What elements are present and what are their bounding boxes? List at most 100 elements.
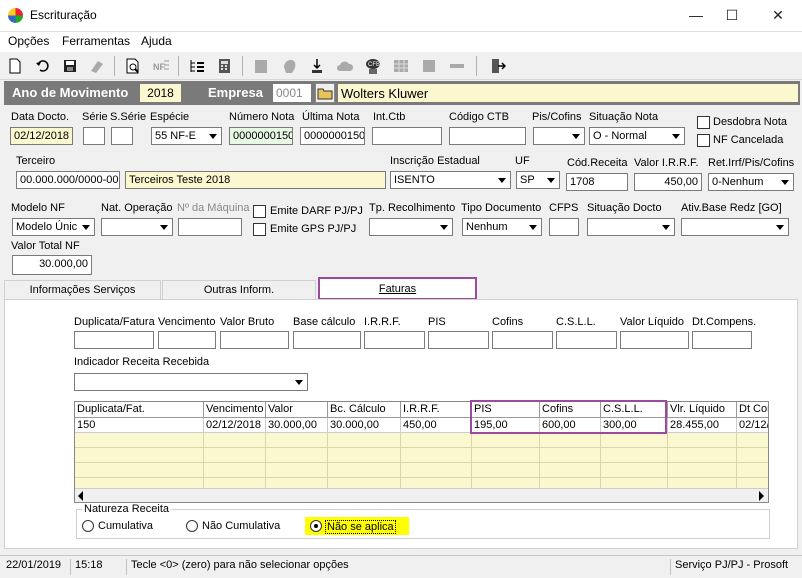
csll-field[interactable] (556, 331, 617, 349)
ret-irrf-select[interactable]: 0-Nenhum (708, 173, 794, 191)
tipo-documento-select[interactable]: Nenhum (462, 218, 542, 236)
numero-nota-label: Número Nota (229, 111, 295, 123)
close-button[interactable]: ✕ (760, 4, 796, 26)
situacao-docto-select[interactable] (587, 218, 675, 236)
especie-select[interactable]: 55 NF-E (151, 127, 222, 145)
nfe-icon[interactable]: NF (152, 57, 170, 75)
grid-header-duplicata[interactable]: Duplicata/Fat. (75, 402, 204, 418)
radio-nao-cumulativa[interactable] (186, 520, 198, 532)
grid-cell-vlr-liquido[interactable]: 28.455,00 (668, 418, 737, 433)
import-icon[interactable] (308, 57, 326, 75)
grid-cell-vencimento[interactable]: 02/12/2018 (204, 418, 266, 433)
cfb-icon[interactable]: CFB (364, 57, 382, 75)
preview-icon[interactable] (124, 57, 142, 75)
cod-receita-field[interactable]: 1708 (566, 173, 628, 191)
maximize-button[interactable]: ☐ (714, 4, 750, 26)
grid-header-dt-compens[interactable]: Dt Com (737, 402, 768, 418)
empresa-code-field[interactable]: 0001 (272, 83, 312, 103)
valor-total-field[interactable]: 30.000,00 (12, 255, 92, 275)
numero-nota-field[interactable]: 0000000150 (229, 127, 293, 145)
pis-field[interactable] (428, 331, 489, 349)
grid-header-irrf[interactable]: I.R.R.F. (401, 402, 472, 418)
tp-recolhimento-select[interactable] (369, 218, 453, 236)
data-docto-field[interactable]: 02/12/2018 (10, 127, 73, 145)
tab-faturas[interactable]: Faturas (318, 277, 477, 300)
calculator-icon[interactable] (216, 57, 234, 75)
panel-icon[interactable] (420, 57, 438, 75)
grid-header-valor[interactable]: Valor (266, 402, 328, 418)
nf-cancelada-checkbox[interactable] (697, 134, 710, 147)
status-service: Serviço PJ/PJ - Prosoft (670, 559, 800, 575)
erase-icon[interactable] (88, 57, 106, 75)
ultima-nota-field[interactable]: 0000000150 (300, 127, 365, 145)
valor-bruto-field[interactable] (220, 331, 289, 349)
scroll-right-icon[interactable] (759, 491, 764, 501)
radio-nao-se-aplica[interactable] (310, 520, 322, 532)
grid-header-bc-calculo[interactable]: Bc. Cálculo (328, 402, 401, 418)
desdobra-nota-checkbox[interactable] (697, 116, 710, 129)
nat-operacao-select[interactable] (101, 218, 173, 236)
tab-outras-inform[interactable]: Outras Inform. (162, 280, 316, 300)
status-message: Tecle <0> (zero) para não selecionar opç… (126, 559, 670, 575)
empresa-name-field[interactable]: Wolters Kluwer (337, 83, 799, 103)
valor-liquido-field[interactable] (620, 331, 689, 349)
grid-empty-rows[interactable] (75, 433, 768, 488)
valor-bruto-label: Valor Bruto (220, 316, 275, 328)
cloud-icon[interactable] (336, 57, 354, 75)
emite-darf-checkbox[interactable] (253, 205, 266, 218)
grid-cell-irrf[interactable]: 450,00 (401, 418, 472, 433)
terceiro-cnpj-field[interactable]: 00.000.000/0000-00 (16, 171, 120, 189)
modelo-nf-select[interactable]: Modelo Únic (12, 218, 95, 236)
menu-ferramentas[interactable]: Ferramentas (62, 34, 130, 48)
grid-cell-valor[interactable]: 30.000,00 (266, 418, 328, 433)
status-date: 22/01/2019 (6, 559, 62, 571)
new-document-icon[interactable] (6, 57, 24, 75)
nat-operacao-label: Nat. Operação (101, 202, 173, 214)
open-folder-button[interactable] (315, 83, 335, 103)
situacao-nota-select[interactable]: O - Normal (589, 127, 685, 145)
minimize-button[interactable]: — (678, 4, 714, 26)
grid-header-vencimento[interactable]: Vencimento (204, 402, 266, 418)
codigo-ctb-field[interactable] (449, 127, 526, 145)
terceiro-name-field[interactable]: Terceiros Teste 2018 (125, 171, 386, 189)
chevron-down-icon (659, 220, 673, 234)
n-maquina-field[interactable] (178, 218, 242, 236)
menu-ajuda[interactable]: Ajuda (141, 34, 172, 48)
vencimento-field[interactable] (158, 331, 216, 349)
save-icon[interactable] (61, 57, 79, 75)
table-icon[interactable] (392, 57, 410, 75)
grid-cell-duplicata[interactable]: 150 (75, 418, 204, 433)
tab-informacoes-servicos[interactable]: Informações Serviços (4, 280, 161, 300)
valor-irrf-field[interactable]: 450,00 (634, 173, 702, 191)
duplicata-fatura-field[interactable] (74, 331, 154, 349)
list-tree-icon[interactable] (188, 57, 206, 75)
serie-field[interactable] (83, 127, 105, 145)
undo-icon[interactable] (34, 57, 52, 75)
window-title: Escrituração (30, 8, 97, 22)
exit-icon[interactable] (488, 57, 506, 75)
cfps-field[interactable] (549, 218, 579, 236)
inscricao-estadual-select[interactable]: ISENTO (390, 171, 511, 189)
grid-cell-bc-calculo[interactable]: 30.000,00 (328, 418, 401, 433)
ano-movimento-field[interactable]: 2018 (139, 83, 182, 103)
indicador-receita-select[interactable] (74, 373, 308, 391)
radio-cumulativa[interactable] (82, 520, 94, 532)
uf-select[interactable]: SP (516, 171, 560, 189)
ativ-base-select[interactable] (681, 218, 789, 236)
grid-header-vlr-liquido[interactable]: Vlr. Líquido (668, 402, 737, 418)
hand-icon[interactable] (280, 57, 298, 75)
scroll-left-icon[interactable] (78, 491, 83, 501)
cofins-field[interactable] (492, 331, 553, 349)
building-icon[interactable] (252, 57, 270, 75)
irrf-field[interactable] (364, 331, 425, 349)
grid-cell-dt-compens[interactable]: 02/12/ (737, 418, 768, 433)
bar-icon[interactable] (448, 57, 466, 75)
sserie-field[interactable] (111, 127, 133, 145)
emite-gps-checkbox[interactable] (253, 223, 266, 236)
base-calculo-field[interactable] (293, 331, 361, 349)
horizontal-scrollbar[interactable] (75, 488, 768, 502)
dt-compens-field[interactable] (692, 331, 752, 349)
int-ctb-field[interactable] (372, 127, 442, 145)
pis-cofins-select[interactable] (533, 127, 585, 145)
menu-opcoes[interactable]: Opções (8, 34, 49, 48)
